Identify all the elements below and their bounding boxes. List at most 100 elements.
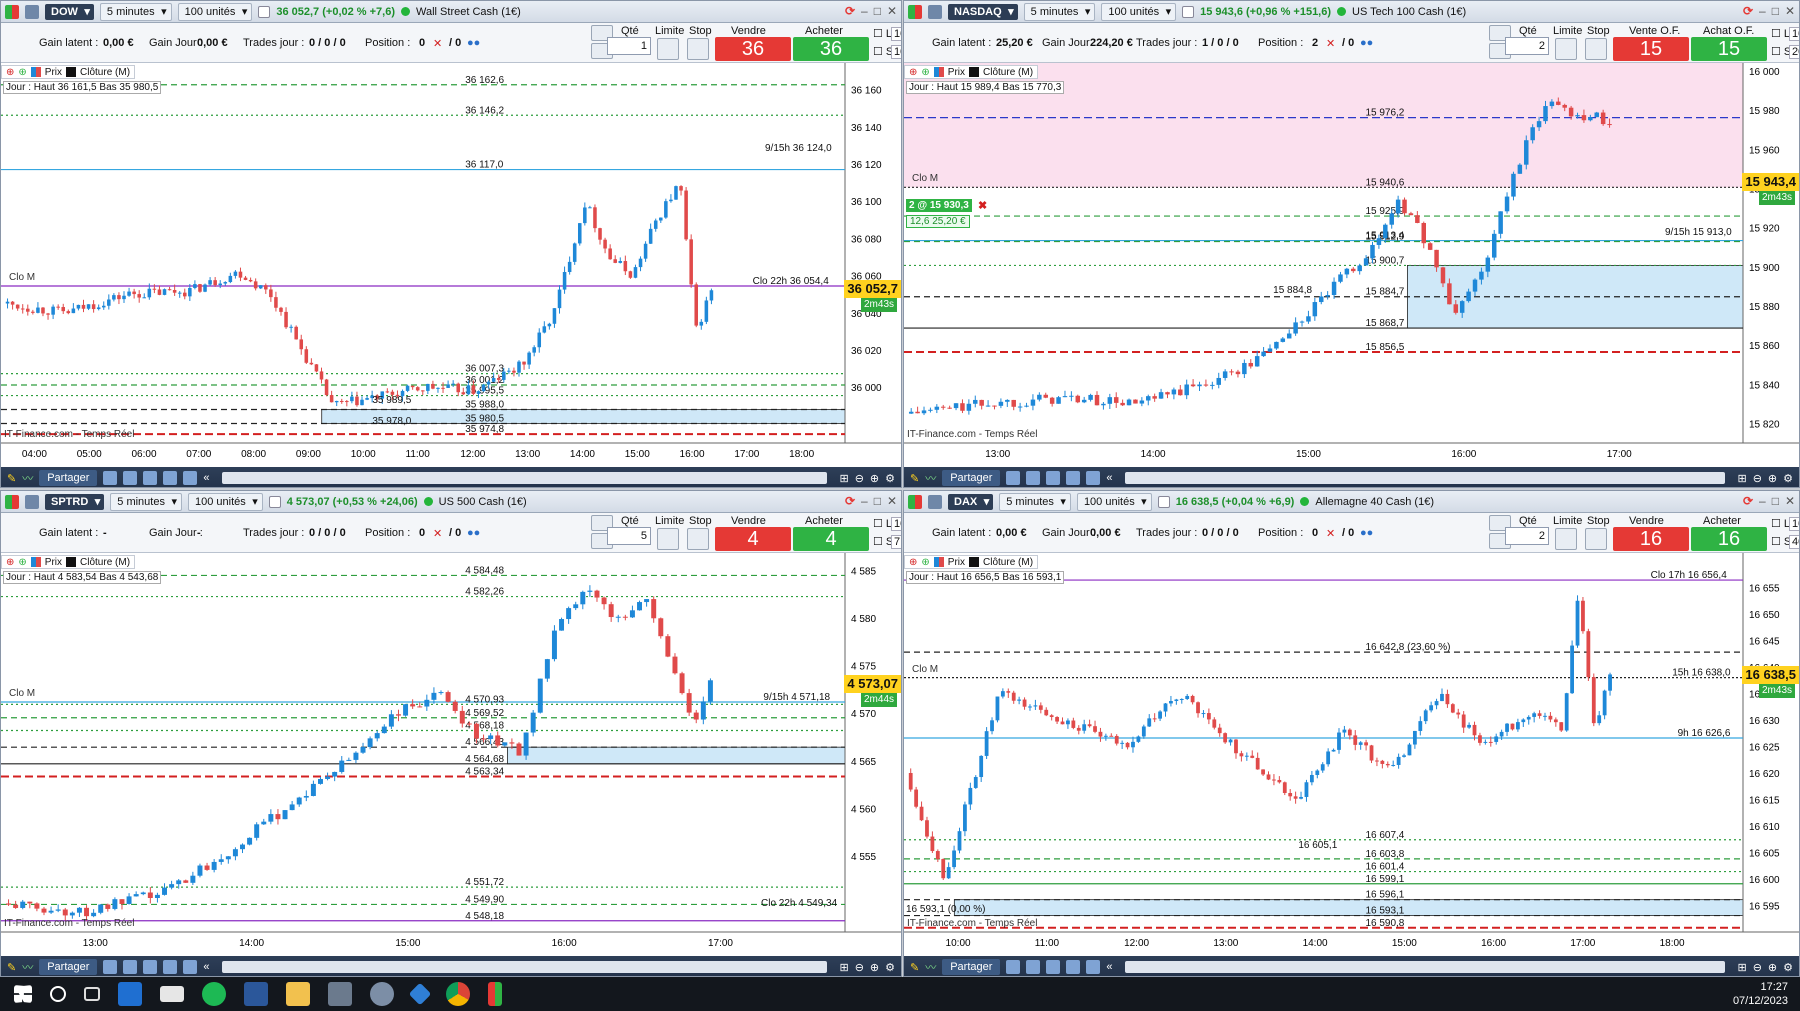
stop-order-button[interactable] [1585,528,1607,550]
share-button[interactable]: Partager [39,959,98,975]
zoom-in-icon[interactable]: ⊕ [1768,472,1777,485]
price-chart[interactable]: 36 160 36 140 36 120 36 100 36 080 36 060 36 0… [1,63,901,467]
zoom-fit-icon[interactable]: ⊞ [1737,472,1746,485]
add-indicator-icon[interactable]: ⊕ [6,67,14,78]
search-icon[interactable] [50,986,66,1002]
minimize-icon[interactable]: – [861,4,868,18]
zoom-out-icon[interactable]: ⊖ [855,472,864,485]
units-dropdown[interactable]: 100 unités [177,2,253,21]
info-icon[interactable] [258,5,271,18]
position-close-icon[interactable]: ✕ [433,37,442,50]
legend-price[interactable]: Prix [948,557,965,568]
s-value[interactable]: 20 [1789,45,1799,59]
limit-order-button[interactable] [657,38,679,60]
buy-button[interactable]: 16 639,2 [1691,527,1767,574]
time-scrollbar[interactable] [221,961,828,973]
l-checkbox[interactable]: ☐ L [873,517,892,530]
refresh-icon[interactable]: ⟳ [1743,4,1753,18]
app-icon[interactable] [370,982,394,1006]
toolbar-tool-icon[interactable] [163,471,178,485]
word-icon[interactable] [244,982,268,1006]
indicators-icon[interactable]: 〰 [925,470,936,486]
zoom-fit-icon[interactable]: ⊞ [839,472,848,485]
maximize-icon[interactable]: □ [874,494,881,508]
refresh-icon[interactable]: ⟳ [1743,494,1753,508]
toolbar-tool-icon[interactable] [123,960,138,974]
indicators-icon[interactable]: 〰 [22,470,33,486]
sell-button[interactable]: 16 637,8 [1613,527,1689,574]
people-icon[interactable]: ●● [1360,37,1373,49]
s-value[interactable]: 100 [891,45,901,59]
toolbar-tool-icon[interactable] [1026,960,1041,974]
sell-button[interactable]: 15 943,1 [1613,37,1689,84]
settings-icon[interactable]: ⚙ [1783,472,1793,485]
qty-input[interactable]: 2 [1505,527,1549,545]
zoom-in-icon[interactable]: ⊕ [870,472,879,485]
legend-close[interactable]: Clôture (M) [983,557,1033,568]
symbol-dropdown[interactable]: SPTRD [45,493,105,510]
zoom-in-icon[interactable]: ⊕ [1768,961,1777,974]
link-icon[interactable] [25,494,39,509]
legend-close[interactable]: Clôture (M) [80,67,130,78]
toolbar-tool-icon[interactable] [163,960,178,974]
l-checkbox[interactable]: ☐ L [1771,27,1790,40]
position-close-icon[interactable]: ✕ [433,527,442,540]
share-button[interactable]: Partager [942,959,1001,975]
people-icon[interactable]: ●● [467,527,480,539]
l-value[interactable]: 10 [891,517,901,531]
share-button[interactable]: Partager [39,470,98,486]
drawing-tools-icon[interactable]: ✎ [7,961,16,974]
toolbar-tool-icon[interactable] [1066,471,1081,485]
qty-input[interactable]: 1 [607,37,651,55]
toolbar-tool-icon[interactable] [1006,960,1021,974]
drawing-tools-icon[interactable]: ✎ [7,472,16,485]
close-icon[interactable]: ✕ [887,494,897,508]
price-chart[interactable]: 4 585 4 580 4 575 4 570 4 565 4 560 4 555 13:00… [1,553,901,956]
settings-icon[interactable]: ⚙ [885,472,895,485]
zoom-fit-icon[interactable]: ⊞ [1737,961,1746,974]
drawing-tools-icon[interactable]: ✎ [910,472,919,485]
toolbar-tool-icon[interactable] [1086,471,1101,485]
chart-svg[interactable]: 36 16036 14036 12036 10036 08036 06036 0… [1,63,902,467]
time-scrollbar[interactable] [221,472,828,484]
l-checkbox[interactable]: ☐ L [1771,517,1790,530]
share-button[interactable]: Partager [942,470,1001,486]
chart-svg[interactable]: 16 65516 65016 64516 64016 63516 63016 6… [904,553,1800,956]
info-icon[interactable] [1182,5,1195,18]
buy-button[interactable]: 4 573,27 [793,527,869,574]
l-checkbox[interactable]: ☐ L [873,27,892,40]
legend-price[interactable]: Prix [45,557,62,568]
toolbar-tool-icon[interactable] [123,471,138,485]
qty-input[interactable]: 5 [607,527,651,545]
symbol-dropdown[interactable]: NASDAQ [948,3,1018,20]
timeframe-dropdown[interactable]: 5 minutes [999,492,1071,511]
settings-icon[interactable]: ⚙ [1783,961,1793,974]
scroll-left-icon[interactable]: « [1106,961,1112,973]
close-icon[interactable]: ✕ [887,4,897,18]
maximize-icon[interactable]: □ [874,4,881,18]
stop-order-button[interactable] [687,38,709,60]
chart-svg[interactable]: 4 585 4 580 4 575 4 570 4 565 4 560 4 555 13:00… [1,553,902,956]
price-chart[interactable]: 16 00015 98015 96015 94015 92015 90015 8… [904,63,1799,467]
add-indicator-icon[interactable]: ⊕ [909,67,917,78]
zoom-out-icon[interactable]: ⊖ [1753,961,1762,974]
chrome-icon[interactable] [446,982,470,1006]
toolbar-tool-icon[interactable] [1006,471,1021,485]
stop-order-button[interactable] [687,528,709,550]
folder-icon[interactable] [286,982,310,1006]
timeframe-dropdown[interactable]: 5 minutes [99,2,172,21]
toolbar-tool-icon[interactable] [183,960,198,974]
link-icon[interactable] [928,494,942,509]
chart-type-icon[interactable] [5,494,19,509]
maximize-icon[interactable]: □ [1772,494,1779,508]
minimize-icon[interactable]: – [1759,4,1766,18]
position-close-icon[interactable]: ✕ [1326,37,1335,50]
scroll-left-icon[interactable]: « [203,961,209,973]
timeframe-dropdown[interactable]: 5 minutes [110,492,182,511]
refresh-icon[interactable]: ⟳ [845,4,855,18]
indicators-icon[interactable]: 〰 [925,959,936,975]
price-chart[interactable]: 16 65516 65016 64516 64016 63516 63016 6… [904,553,1799,956]
people-icon[interactable]: ●● [467,37,480,49]
drawing-tools-icon[interactable]: ✎ [910,961,919,974]
chart-svg[interactable]: 16 00015 98015 96015 94015 92015 90015 8… [904,63,1800,467]
